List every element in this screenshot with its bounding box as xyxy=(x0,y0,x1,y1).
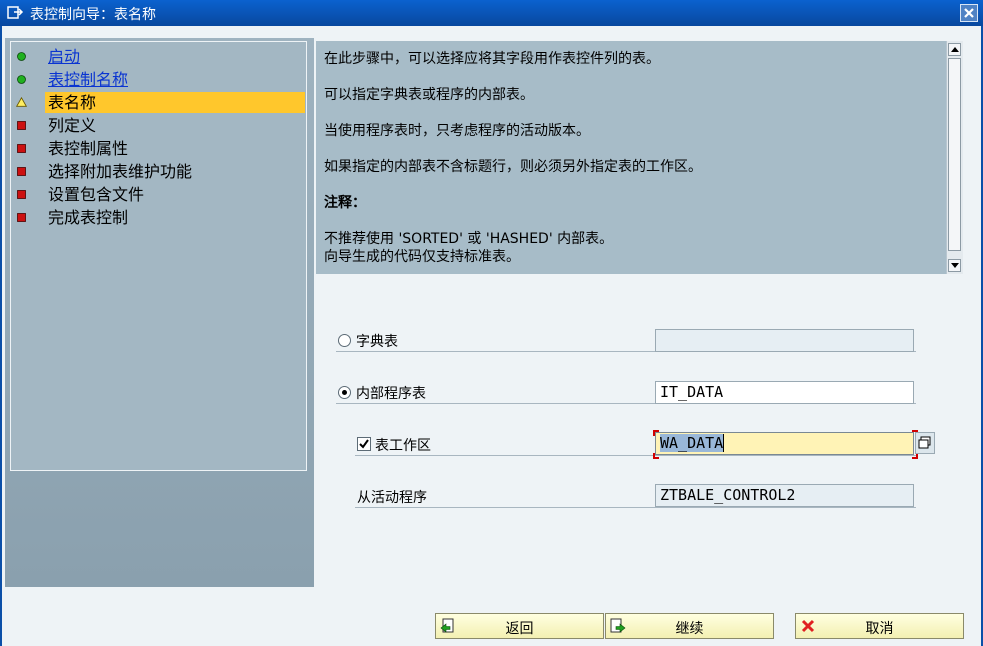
continue-button-label: 继续 xyxy=(675,621,704,637)
info-line: 如果指定的内部表不含标题行，则必须另外指定表的工作区。 xyxy=(324,159,702,175)
internal-table-field[interactable]: IT_DATA xyxy=(655,381,914,404)
exit-wizard-icon xyxy=(7,6,24,19)
step-list: 启动 表控制名称 表名称 列定义 表控制属性 选择附加表维护功能 设置包含文件 xyxy=(10,41,307,471)
from-program-label: 从活动程序 xyxy=(357,490,427,506)
internal-table-label: 内部程序表 xyxy=(356,386,426,402)
required-corner-mark xyxy=(653,430,659,436)
red-status-icon xyxy=(17,144,26,153)
row-divider xyxy=(355,507,916,508)
step-item-table-control-attributes[interactable]: 表控制属性 xyxy=(11,137,306,160)
red-status-icon xyxy=(17,190,26,199)
value-help-icon xyxy=(918,436,931,449)
value-help-button[interactable] xyxy=(915,432,935,454)
arrow-down-icon xyxy=(951,263,959,268)
back-button-label: 返回 xyxy=(505,621,534,637)
window-titlebar: 表控制向导：表名称 xyxy=(0,0,983,26)
red-status-icon xyxy=(17,121,26,130)
red-status-icon xyxy=(17,213,26,222)
dict-table-label: 字典表 xyxy=(356,334,398,350)
work-area-label: 表工作区 xyxy=(375,438,431,454)
scroll-up-button[interactable] xyxy=(948,43,961,56)
scroll-down-button[interactable] xyxy=(948,259,961,272)
step-item-column-definition[interactable]: 列定义 xyxy=(11,114,306,137)
note-title: 注释： xyxy=(324,195,366,211)
step-item-include-files[interactable]: 设置包含文件 xyxy=(11,183,306,206)
close-icon xyxy=(964,8,974,18)
from-program-field: ZTBALE_CONTROL2 xyxy=(655,484,914,507)
internal-table-radio[interactable] xyxy=(338,386,351,399)
info-line: 可以指定字典表或程序的内部表。 xyxy=(324,87,534,103)
work-area-value: WA_DATA xyxy=(660,434,724,452)
required-corner-mark xyxy=(653,453,659,459)
step-label[interactable]: 启动 xyxy=(48,45,80,68)
info-line: 在此步骤中，可以选择应将其字段用作表控件列的表。 xyxy=(324,51,660,67)
help-text-panel: 在此步骤中，可以选择应将其字段用作表控件列的表。 可以指定字典表或程序的内部表。… xyxy=(316,41,948,274)
work-area-field[interactable]: WA_DATA xyxy=(655,432,914,455)
note-line: 向导生成的代码仅支持标准表。 xyxy=(324,249,520,265)
warning-triangle-icon xyxy=(16,97,27,107)
green-status-icon xyxy=(17,75,26,84)
checkmark-icon xyxy=(359,439,369,449)
info-line: 当使用程序表时，只考虑程序的活动版本。 xyxy=(324,123,590,139)
cancel-button-label: 取消 xyxy=(865,621,894,637)
work-area-checkbox[interactable] xyxy=(357,437,371,451)
step-item-maintenance-functions[interactable]: 选择附加表维护功能 xyxy=(11,160,306,183)
note-line: 不推荐使用 'SORTED' 或 'HASHED' 内部表。 xyxy=(324,231,614,247)
green-status-icon xyxy=(17,52,26,61)
window-title: 表控制向导：表名称 xyxy=(30,7,156,23)
step-label: 设置包含文件 xyxy=(48,185,145,204)
continue-button[interactable]: 继续 xyxy=(605,613,774,639)
step-label[interactable]: 表名称 xyxy=(48,91,96,114)
step-label: 完成表控制 xyxy=(48,208,129,227)
dict-table-radio[interactable] xyxy=(338,334,351,347)
scroll-thumb[interactable] xyxy=(948,58,961,251)
step-item-table-control-name[interactable]: 表控制名称 xyxy=(11,68,306,91)
step-label: 表控制属性 xyxy=(48,139,129,158)
step-label: 选择附加表维护功能 xyxy=(48,162,193,181)
help-scrollbar[interactable] xyxy=(946,41,963,274)
text-cursor xyxy=(723,434,725,452)
back-button[interactable]: 返回 xyxy=(435,613,604,639)
step-label: 列定义 xyxy=(48,116,97,135)
close-window-button[interactable] xyxy=(960,4,978,22)
arrow-up-icon xyxy=(951,47,959,52)
step-item-start[interactable]: 启动 xyxy=(11,45,306,68)
step-item-complete[interactable]: 完成表控制 xyxy=(11,206,306,229)
step-item-table-name[interactable]: 表名称 xyxy=(11,91,306,114)
red-status-icon xyxy=(17,167,26,176)
dict-table-field[interactable] xyxy=(655,329,914,352)
cancel-button[interactable]: 取消 xyxy=(795,613,964,639)
row-divider xyxy=(355,455,916,456)
step-label[interactable]: 表控制名称 xyxy=(48,68,128,91)
